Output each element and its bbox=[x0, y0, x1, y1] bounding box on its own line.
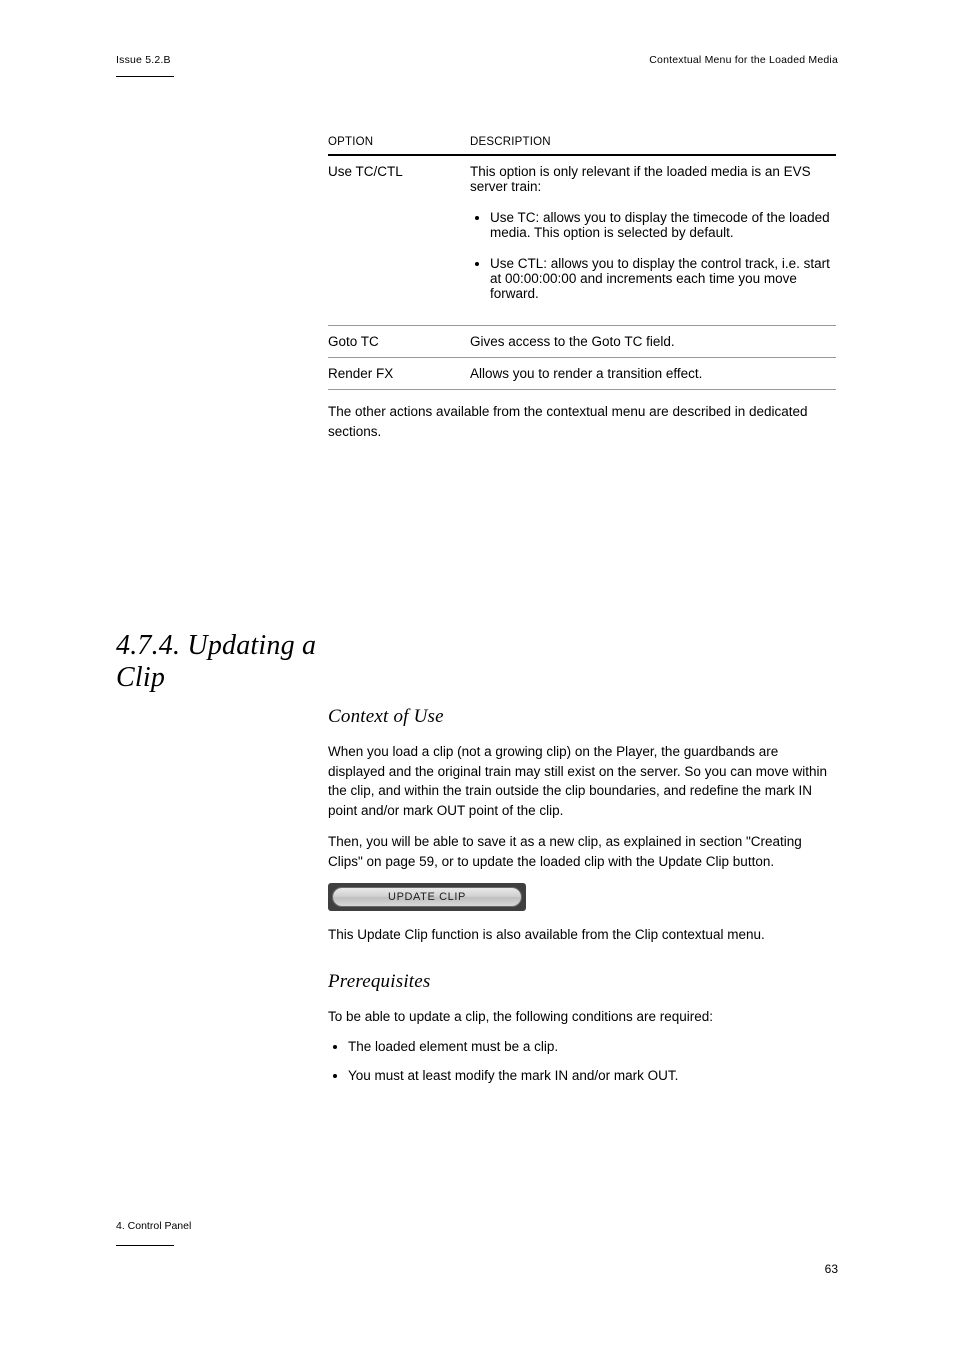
paragraph: To be able to update a clip, the followi… bbox=[328, 1007, 836, 1027]
paragraph: This Update Clip function is also availa… bbox=[328, 925, 836, 945]
update-clip-button[interactable]: UPDATE CLIP bbox=[328, 883, 526, 911]
list-item: The loaded element must be a clip. bbox=[348, 1037, 836, 1057]
update-clip-button-label: UPDATE CLIP bbox=[332, 887, 522, 907]
paragraph: When you load a clip (not a growing clip… bbox=[328, 742, 836, 820]
table-row: Use TC/CTL This option is only relevant … bbox=[328, 156, 836, 326]
option-bullet: Use CTL: allows you to display the contr… bbox=[490, 256, 836, 301]
option-bullet: Use TC: allows you to display the timeco… bbox=[490, 210, 836, 240]
table-row: Render FX Allows you to render a transit… bbox=[328, 358, 836, 390]
option-name: Use TC/CTL bbox=[328, 164, 403, 179]
paragraph: The other actions available from the con… bbox=[328, 402, 836, 441]
paragraph: Then, you will be able to save it as a n… bbox=[328, 832, 836, 871]
subheading-context: Context of Use bbox=[328, 706, 836, 728]
option-name: Render FX bbox=[328, 366, 393, 381]
table-header-description: DESCRIPTION bbox=[470, 130, 836, 155]
options-table: OPTION DESCRIPTION Use TC/CTL This optio… bbox=[328, 130, 836, 390]
table-header-option: OPTION bbox=[328, 130, 470, 155]
page-number: 63 bbox=[825, 1262, 838, 1276]
bottom-rule bbox=[116, 1245, 174, 1246]
list-item: You must at least modify the mark IN and… bbox=[348, 1066, 836, 1086]
subheading-prerequisites: Prerequisites bbox=[328, 971, 836, 993]
option-description-intro: Allows you to render a transition effect… bbox=[470, 366, 702, 381]
table-header-description-text: DESCRIPTION bbox=[470, 136, 551, 148]
option-description-intro: Gives access to the Goto TC field. bbox=[470, 334, 675, 349]
option-name: Goto TC bbox=[328, 334, 379, 349]
table-row: Goto TC Gives access to the Goto TC fiel… bbox=[328, 326, 836, 358]
header-issue: Issue 5.2.B bbox=[116, 54, 171, 66]
section-heading-updating: 4.7.4. Updating a Clip bbox=[116, 630, 328, 694]
option-description-intro: This option is only relevant if the load… bbox=[470, 164, 836, 194]
header-title: Contextual Menu for the Loaded Media bbox=[649, 54, 838, 66]
chapter-reference: 4. Control Panel bbox=[116, 1220, 191, 1232]
table-header-option-text: OPTION bbox=[328, 136, 373, 148]
top-rule bbox=[116, 76, 174, 77]
